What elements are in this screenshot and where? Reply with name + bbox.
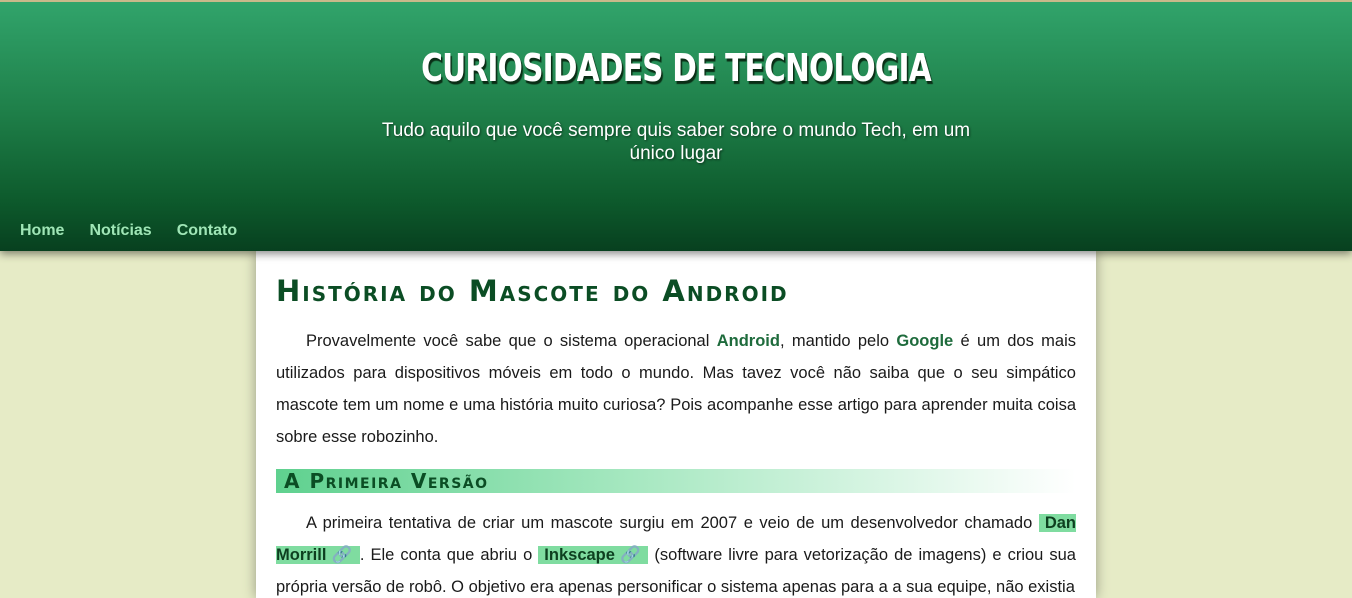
link-inkscape[interactable]: Inkscape 🔗: [538, 546, 649, 564]
main-nav: Home Notícias Contato: [20, 222, 237, 240]
section1-paragraph: A primeira tentativa de criar um mascote…: [276, 507, 1076, 598]
section-heading-primeira-versao: A Primeira Versão: [276, 469, 1076, 493]
intro-paragraph: Provavelmente você sabe que o sistema op…: [276, 325, 1076, 453]
nav-contato[interactable]: Contato: [177, 222, 237, 240]
link-inkscape-label: Inkscape: [544, 546, 615, 564]
site-subtitle: Tudo aquilo que você sempre quis saber s…: [381, 120, 971, 164]
keyword-android: Android: [716, 332, 780, 350]
article-title: História do Mascote do Android: [276, 274, 789, 308]
nav-noticias[interactable]: Notícias: [89, 222, 151, 240]
link-icon: 🔗: [618, 546, 643, 564]
nav-home[interactable]: Home: [20, 222, 64, 240]
link-icon: 🔗: [330, 546, 354, 564]
section1-text-1: A primeira tentativa de criar um mascote…: [306, 514, 1039, 532]
site-title: CURIOSIDADES DE TECNOLOGIA: [421, 46, 932, 90]
article-content: História do Mascote do Android Provavelm…: [256, 251, 1096, 598]
site-header: CURIOSIDADES DE TECNOLOGIA Tudo aquilo q…: [0, 0, 1352, 251]
section1-text-2: . Ele conta que abriu o: [359, 546, 539, 564]
intro-text-2: , mantido pelo: [779, 332, 897, 350]
keyword-google: Google: [896, 332, 954, 350]
intro-text-1: Provavelmente você sabe que o sistema op…: [306, 332, 717, 350]
